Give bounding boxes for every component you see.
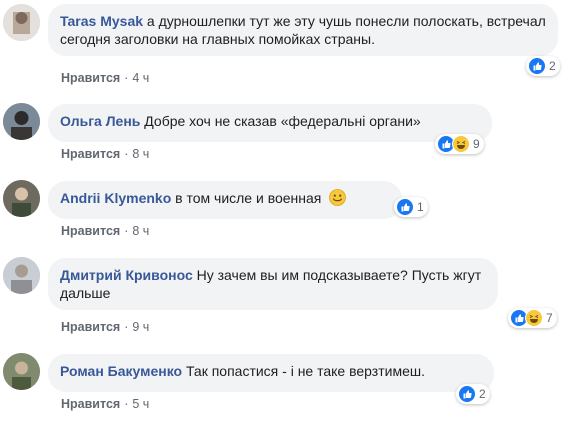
- comment-text: Так попастися - і не таке верзтимеш.: [185, 363, 425, 379]
- author-link[interactable]: Дмитрий Кривонос: [60, 267, 193, 283]
- author-link[interactable]: Andrii Klymenko: [60, 190, 171, 206]
- comment-actions: Нравится · 8 ч: [61, 147, 149, 161]
- avatar[interactable]: [3, 103, 40, 140]
- avatar[interactable]: [3, 353, 40, 390]
- reaction-count: 2: [549, 59, 556, 73]
- like-link[interactable]: Нравится: [61, 397, 120, 411]
- smile-emoji-icon: [329, 189, 347, 206]
- avatar[interactable]: [3, 4, 40, 41]
- comment-bubble: Роман Бакуменко Так попастися - і не так…: [48, 354, 494, 392]
- comment-text: в том числе и военная: [175, 190, 322, 206]
- timestamp[interactable]: 8 ч: [132, 224, 149, 238]
- reaction-count: 2: [479, 387, 486, 401]
- timestamp[interactable]: 8 ч: [132, 147, 149, 161]
- reactions-summary[interactable]: 2: [456, 384, 490, 404]
- haha-reaction-icon: [525, 309, 543, 327]
- separator: ·: [124, 71, 129, 85]
- timestamp[interactable]: 4 ч: [132, 71, 149, 85]
- comment-bubble: Taras Mysak а дурношлепки тут же эту чуш…: [48, 4, 558, 56]
- reactions-summary[interactable]: 9: [435, 134, 484, 154]
- comment-actions: Нравится · 8 ч: [61, 224, 149, 238]
- like-link[interactable]: Нравится: [61, 320, 120, 334]
- reaction-count: 1: [417, 200, 424, 214]
- haha-reaction-icon: [452, 135, 470, 153]
- timestamp[interactable]: 9 ч: [132, 320, 149, 334]
- like-reaction-icon: [458, 385, 476, 403]
- avatar[interactable]: [3, 180, 40, 217]
- like-reaction-icon: [528, 57, 546, 75]
- comment-actions: Нравится · 9 ч: [61, 320, 149, 334]
- comment-bubble: Ольга Лень Добре хоч не сказав «федераль…: [48, 104, 492, 142]
- author-link[interactable]: Роман Бакуменко: [60, 363, 182, 379]
- like-link[interactable]: Нравится: [61, 71, 120, 85]
- reaction-count: 7: [546, 311, 553, 325]
- separator: ·: [124, 224, 129, 238]
- timestamp[interactable]: 5 ч: [132, 397, 149, 411]
- separator: ·: [124, 397, 129, 411]
- reactions-summary[interactable]: 7: [508, 308, 557, 328]
- reactions-summary[interactable]: 2: [526, 56, 560, 76]
- like-link[interactable]: Нравится: [61, 147, 120, 161]
- like-link[interactable]: Нравится: [61, 224, 120, 238]
- comment-text: Добре хоч не сказав «федеральні органи»: [144, 113, 421, 129]
- comment-bubble: Дмитрий Кривонос Ну зачем вы им подсказы…: [48, 258, 498, 310]
- comment-actions: Нравится · 4 ч: [61, 71, 149, 85]
- comment-bubble: Andrii Klymenko в том числе и военная: [48, 181, 402, 219]
- reaction-count: 9: [473, 137, 480, 151]
- comment-actions: Нравится · 5 ч: [61, 397, 149, 411]
- author-link[interactable]: Ольга Лень: [60, 113, 140, 129]
- separator: ·: [124, 147, 129, 161]
- author-link[interactable]: Taras Mysak: [60, 13, 143, 29]
- reactions-summary[interactable]: 1: [394, 197, 428, 217]
- like-reaction-icon: [396, 198, 414, 216]
- separator: ·: [124, 320, 129, 334]
- avatar[interactable]: [3, 257, 40, 294]
